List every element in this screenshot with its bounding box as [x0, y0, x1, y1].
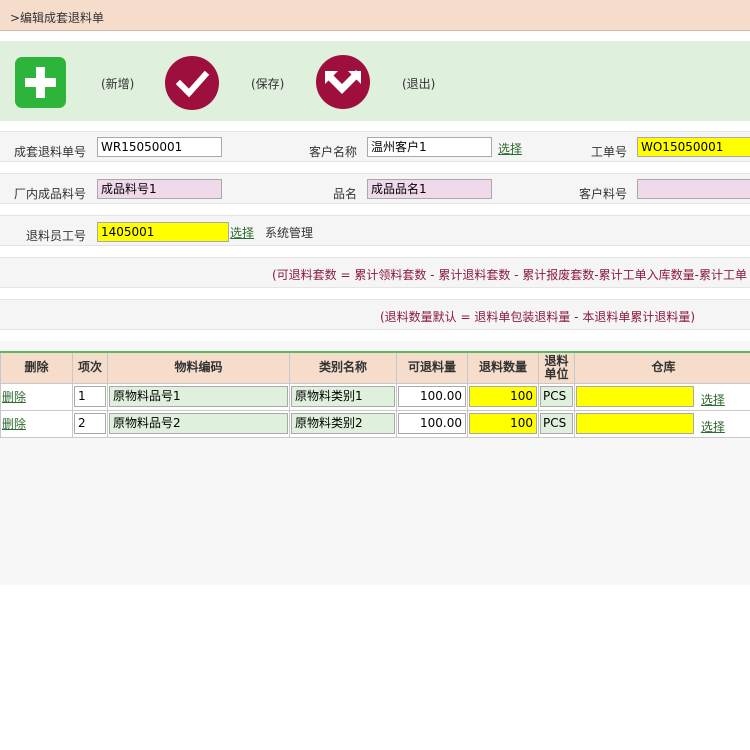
returnable-sets-note: (可退料套数 = 累计领料套数 - 累计退料套数 - 累计报废套数-累计工单入库… [272, 268, 747, 282]
customer-part-label: 客户料号 [579, 187, 628, 201]
note-row-sets: (可退料套数 = 累计领料套数 - 累计退料套数 - 累计报废套数-累计工单入库… [0, 257, 750, 288]
save-button-label[interactable]: (保存) [251, 75, 284, 92]
form-row-2: 厂内成品料号 成品料号1 品名 成品品名1 客户料号 [0, 173, 750, 204]
page-title: >编辑成套退料单 [0, 0, 750, 31]
employee-name: 系统管理 [265, 226, 314, 240]
form-row-1: 成套退料单号 WR15050001 客户名称 温州客户1 选择 工单号 WO15… [0, 131, 750, 162]
delete-link[interactable]: 删除 [2, 417, 26, 431]
form-row-3: 退料员工号 1405001 选择 系统管理 [0, 215, 750, 246]
col-returnable: 可退料量 [396, 351, 468, 384]
warehouse-input[interactable] [576, 385, 694, 407]
toolbar: (新增) (保存) (退出) [0, 41, 750, 121]
exit-arrow-icon[interactable] [316, 55, 370, 109]
col-seq: 项次 [72, 351, 108, 384]
col-unit: 退料 单位 [538, 351, 575, 384]
exit-button-label[interactable]: (退出) [402, 75, 435, 92]
return-no-label: 成套退料单号 [14, 145, 87, 159]
customer-name-field[interactable]: 温州客户1 [367, 137, 492, 157]
employee-select-link[interactable]: 选择 [230, 224, 254, 241]
seq-cell: 1 [74, 386, 106, 407]
col-category: 类别名称 [289, 351, 397, 384]
return-qty-input[interactable]: 100 [469, 386, 537, 407]
factory-product-label: 厂内成品料号 [14, 187, 87, 201]
customer-select-link[interactable]: 选择 [498, 140, 522, 157]
col-return-qty: 退料数量 [467, 351, 539, 384]
col-unit-line2: 单位 [544, 366, 569, 381]
checkmark-icon[interactable] [165, 56, 219, 110]
category-cell: 原物料类别2 [291, 413, 395, 434]
work-order-label: 工单号 [591, 145, 628, 159]
warehouse-select-link[interactable]: 选择 [701, 393, 725, 407]
add-button-label[interactable]: (新增) [101, 75, 134, 92]
factory-product-field: 成品料号1 [97, 179, 222, 199]
material-code-cell: 原物料品号2 [109, 413, 288, 434]
plus-icon[interactable] [15, 57, 66, 108]
work-order-field[interactable]: WO15050001 [637, 137, 750, 157]
return-qty-input[interactable]: 100 [469, 413, 537, 434]
return-qty-note: (退料数量默认 = 退料单包装退料量 - 本退料单累计退料量) [380, 310, 696, 324]
table-row: 删除 2 原物料品号2 原物料类别2 100.00 100 PCS 选择 [0, 409, 750, 438]
returnable-qty-cell: 100.00 [398, 386, 466, 407]
col-delete: 删除 [0, 351, 73, 384]
material-code-cell: 原物料品号1 [109, 386, 288, 407]
checkmark-glyph [175, 70, 210, 98]
employee-label: 退料员工号 [26, 229, 87, 243]
warehouse-input[interactable] [576, 412, 694, 434]
note-row-qty: (退料数量默认 = 退料单包装退料量 - 本退料单累计退料量) [0, 299, 750, 330]
customer-part-field [637, 179, 750, 199]
exit-arrow-glyph [325, 70, 361, 94]
category-cell: 原物料类别1 [291, 386, 395, 407]
table-row: 删除 1 原物料品号1 原物料类别1 100.00 100 PCS 选择 [0, 382, 750, 411]
seq-cell: 2 [74, 413, 106, 434]
product-name-label: 品名 [333, 187, 358, 201]
col-material-code: 物料编码 [107, 351, 290, 384]
col-unit-line1: 退料 [544, 353, 569, 368]
unit-cell: PCS [540, 413, 573, 434]
material-table: 删除 项次 物料编码 类别名称 可退料量 退料数量 退料 单位 仓库 删除 1 原… [0, 351, 750, 438]
customer-name-label: 客户名称 [309, 145, 358, 159]
product-name-field: 成品品名1 [367, 179, 492, 199]
warehouse-select-link[interactable]: 选择 [701, 420, 725, 434]
returnable-qty-cell: 100.00 [398, 413, 466, 434]
return-no-field[interactable]: WR15050001 [97, 137, 222, 157]
employee-field[interactable]: 1405001 [97, 222, 229, 242]
table-header-row: 删除 项次 物料编码 类别名称 可退料量 退料数量 退料 单位 仓库 [0, 351, 750, 384]
delete-link[interactable]: 删除 [2, 390, 26, 404]
col-warehouse: 仓库 [574, 351, 750, 384]
unit-cell: PCS [540, 386, 573, 407]
